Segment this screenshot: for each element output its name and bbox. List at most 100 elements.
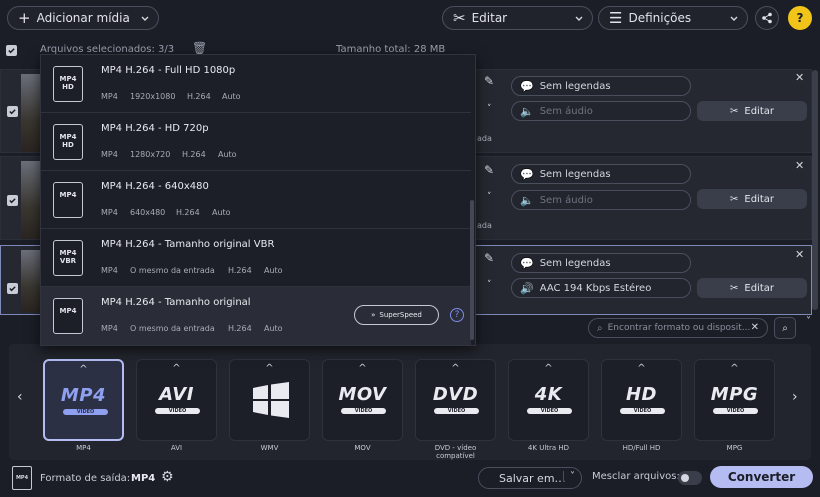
audio-label: AAC 194 Kbps Estéreo — [539, 282, 652, 294]
clear-icon[interactable]: ✕ — [751, 322, 759, 333]
merge-files-toggle[interactable] — [678, 471, 702, 485]
chevron-up-icon: ^ — [79, 364, 88, 375]
format-tile-mov[interactable]: ^ MOV VIDEO — [322, 359, 403, 441]
chevron-down-icon[interactable]: ˅ — [487, 192, 492, 202]
windows-logo-icon — [253, 382, 289, 418]
format-tile-4k[interactable]: ^ 4K VIDEO — [508, 359, 589, 441]
sliders-icon: ☰ — [609, 8, 623, 27]
preset-item[interactable]: MP4 MP4 H.264 - 640x480 MP4 640x480 H.26… — [41, 171, 471, 229]
format-label: DVD - vídeo compatível — [434, 444, 477, 460]
check-icon — [9, 109, 16, 115]
chevron-up-icon: ^ — [265, 363, 274, 374]
trash-icon[interactable]: 🗑 — [192, 41, 207, 55]
chevron-down-icon[interactable]: ˅ — [487, 280, 492, 290]
audio-label: Sem áudio — [539, 105, 593, 117]
preset-codec: H.264 — [182, 150, 206, 159]
help-icon: ? — [796, 11, 804, 25]
row-side-text: ada — [477, 221, 492, 230]
format-tile-mpg[interactable]: ^ MPG VIDEO — [694, 359, 775, 441]
chevron-left-icon[interactable]: ‹ — [17, 389, 23, 405]
format-logo-sub: VIDEO — [434, 408, 479, 414]
preset-bitrate: Auto — [264, 324, 283, 333]
format-label: AVI — [170, 444, 183, 452]
tools-icon: ✂ — [730, 282, 739, 294]
share-button[interactable] — [755, 6, 779, 30]
speaker-icon: 🔊 — [520, 281, 534, 295]
edit-button[interactable]: ✂ Editar — [697, 101, 807, 121]
format-logo-sub: VIDEO — [713, 408, 758, 414]
file-checkbox[interactable] — [7, 106, 18, 117]
audio-dropdown[interactable]: 🔊 AAC 194 Kbps Estéreo — [511, 278, 691, 298]
convert-button[interactable]: Converter — [710, 466, 813, 488]
format-tile-avi[interactable]: ^ AVI VIDEO — [136, 359, 217, 441]
edit-button[interactable]: ✂ Editar — [697, 278, 807, 298]
format-tile-dvd[interactable]: ^ DVD VIDEO — [415, 359, 496, 441]
preset-container: MP4 — [101, 150, 118, 159]
format-tile-mp4[interactable]: ^ MP4 VIDEO — [43, 359, 124, 441]
format-label: 4K Ultra HD — [527, 444, 570, 452]
preset-item[interactable]: MP4 HD MP4 H.264 - Full HD 1080p MP4 1920… — [41, 55, 471, 113]
add-media-button[interactable]: + Adicionar mídia — [7, 6, 159, 30]
gear-icon[interactable]: ⚙ — [161, 469, 174, 485]
preset-resolution: O mesmo da entrada — [130, 324, 215, 333]
select-all-checkbox[interactable] — [6, 45, 17, 56]
edit-label: Editar — [744, 193, 774, 205]
pencil-icon[interactable]: ✎ — [484, 74, 494, 88]
video-thumbnail — [21, 250, 41, 312]
subtitles-dropdown[interactable]: 💬 Sem legendas — [511, 164, 691, 184]
format-logo-sub: VIDEO — [63, 409, 108, 415]
subtitles-dropdown[interactable]: 💬 Sem legendas — [511, 76, 691, 96]
preset-container: MP4 — [101, 324, 118, 333]
pencil-icon[interactable]: ✎ — [484, 251, 494, 265]
format-label: MPG — [726, 444, 743, 452]
subtitles-dropdown[interactable]: 💬 Sem legendas — [511, 253, 691, 273]
mp4-file-icon: MP4 VBR — [53, 240, 83, 276]
settings-dropdown[interactable]: ☰ Definições — [598, 6, 748, 30]
subtitles-label: Sem legendas — [539, 80, 611, 92]
close-icon[interactable]: ✕ — [795, 248, 804, 261]
audio-dropdown[interactable]: 🔈 Sem áudio — [511, 101, 691, 121]
preset-title: MP4 H.264 - HD 720p — [101, 123, 209, 134]
tools-icon: ✂ — [730, 105, 739, 117]
superspeed-badge[interactable]: » SuperSpeed — [354, 305, 439, 325]
output-format-value: MP4 — [131, 473, 156, 484]
preset-resolution: 1920x1080 — [130, 92, 176, 101]
format-logo: AVI — [159, 384, 194, 405]
format-logo: MOV — [338, 384, 387, 405]
close-icon[interactable]: ✕ — [795, 159, 804, 172]
check-icon — [8, 48, 15, 54]
edit-button[interactable]: ✂ Editar — [697, 189, 807, 209]
format-logo-sub: VIDEO — [527, 408, 572, 414]
pencil-icon[interactable]: ✎ — [484, 163, 494, 177]
file-checkbox[interactable] — [7, 283, 18, 294]
chevron-down-icon — [730, 16, 738, 21]
chevron-right-icon[interactable]: › — [792, 389, 798, 405]
speaker-icon: 🔈 — [520, 104, 534, 118]
file-checkbox[interactable] — [7, 195, 18, 206]
save-to-dropdown[interactable]: Salvar em… ˅ — [478, 467, 582, 489]
chevron-up-icon: ^ — [544, 363, 553, 374]
mp4-file-icon: MP4 — [53, 182, 83, 218]
collapse-chevron-icon[interactable]: ˅ — [806, 316, 811, 327]
format-tile-wmv[interactable]: ^ — [229, 359, 310, 441]
preset-item[interactable]: MP4 HD MP4 H.264 - HD 720p MP4 1280x720 H… — [41, 113, 471, 171]
chevron-down-icon — [141, 16, 149, 21]
chevron-down-icon[interactable]: ˅ — [487, 104, 492, 114]
edit-dropdown[interactable]: ✂ Editar — [442, 6, 593, 30]
close-icon[interactable]: ✕ — [795, 71, 804, 84]
help-icon[interactable]: ? — [450, 308, 464, 322]
preset-item[interactable]: MP4 VBR MP4 H.264 - Tamanho original VBR … — [41, 229, 471, 287]
dropdown-scrollbar[interactable] — [470, 200, 474, 340]
format-search-input[interactable]: ⌕ Encontrar formato ou disposit... ✕ — [588, 318, 768, 338]
row-side-text: ada — [477, 134, 492, 143]
settings-label: Definições — [628, 11, 692, 25]
help-button[interactable]: ? — [788, 6, 812, 30]
preset-bitrate: Auto — [212, 208, 231, 217]
audio-dropdown[interactable]: 🔈 Sem áudio — [511, 190, 691, 210]
bottom-bar: MP4 Formato de saída: MP4 ⚙ Salvar em… ˅… — [0, 462, 820, 497]
file-list-scrollbar[interactable] — [812, 70, 818, 310]
plus-icon: + — [18, 8, 31, 27]
video-thumbnail — [21, 161, 41, 239]
format-tile-hd[interactable]: ^ HD VIDEO — [601, 359, 682, 441]
device-detect-button[interactable]: ⌕ — [774, 317, 796, 339]
